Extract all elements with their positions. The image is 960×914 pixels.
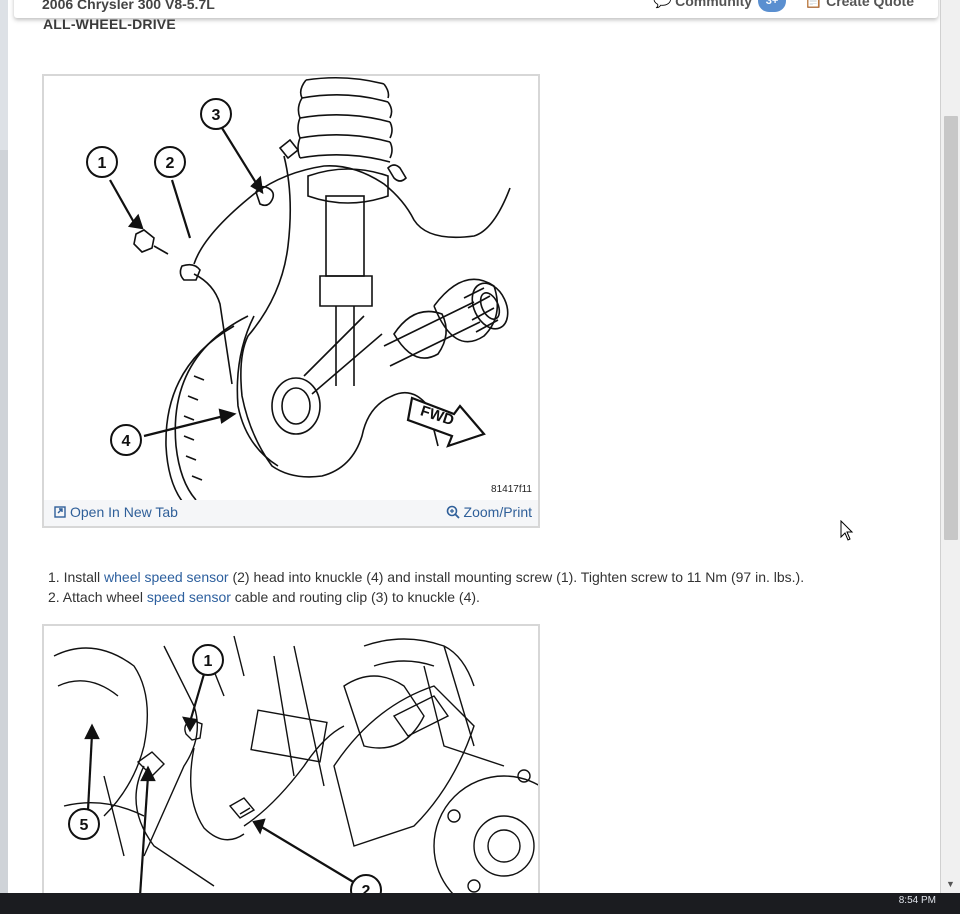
scrollbar-thumb[interactable] (944, 116, 958, 540)
coil-spring (297, 76, 393, 204)
taskbar-clock: 8:54 PM (898, 895, 936, 906)
strut (319, 195, 373, 386)
step-item: 1. Install wheel speed sensor (2) head i… (48, 567, 804, 587)
callout-5: 5 (68, 808, 100, 840)
svg-text:4: 4 (122, 433, 131, 450)
figure-code: 81417f11 (491, 484, 532, 495)
svg-text:1: 1 (98, 155, 107, 172)
section-subtitle: ALL-WHEEL-DRIVE (43, 16, 176, 32)
quote-add-icon: 📋 (804, 0, 823, 9)
figure-2[interactable]: 1 5 2 (42, 624, 540, 893)
wheel-speed-sensor-diagram: 1 2 3 4 FWD (86, 76, 511, 500)
forward-arrow: FWD (406, 396, 486, 448)
callout-3: 3 (200, 98, 232, 130)
new-tab-icon (54, 506, 66, 518)
sensor-routing-diagram: 1 5 2 (53, 635, 538, 893)
step-1-suffix: (2) head into knuckle (4) and install mo… (228, 569, 805, 585)
svg-text:5: 5 (80, 817, 89, 834)
speed-sensor-link[interactable]: speed sensor (147, 589, 231, 605)
cv-joint (383, 278, 509, 367)
scroll-down-arrow-icon[interactable]: ▼ (946, 879, 955, 889)
step-1-prefix: 1. Install (48, 569, 105, 585)
community-label: Community (675, 0, 753, 9)
svg-text:1: 1 (204, 653, 213, 670)
sensor-head (179, 263, 201, 281)
step-item: 2. Attach wheel speed sensor cable and r… (48, 587, 804, 607)
zoom-print-label: Zoom/Print (463, 504, 532, 520)
callout-2: 2 (154, 146, 186, 178)
callout-4: 4 (110, 424, 142, 456)
svg-text:3: 3 (212, 107, 221, 124)
create-quote-label: Create Quote (826, 0, 914, 9)
magnifier-icon (446, 505, 460, 519)
figure-1[interactable]: 1 2 3 4 FWD 81417f11 Open In New Tab Zoo… (42, 74, 540, 528)
step-2-suffix: cable and routing clip (3) to knuckle (4… (230, 589, 480, 605)
svg-text:2: 2 (362, 883, 371, 893)
svg-text:2: 2 (166, 155, 175, 172)
page-content: 2006 Chrysler 300 V8-5.7L 💬 Community 3+… (8, 0, 940, 893)
header-actions: 💬 Community 3+ 📋 Create Quote (653, 0, 914, 12)
open-in-new-tab-link[interactable]: Open In New Tab (54, 504, 178, 520)
callout-2: 2 (350, 874, 382, 893)
community-badge: 3+ (758, 0, 787, 12)
community-button[interactable]: 💬 Community 3+ (653, 0, 787, 12)
wheel-speed-sensor-link[interactable]: wheel speed sensor (104, 569, 229, 585)
brake-rotor (165, 315, 249, 500)
window-left-edge-top (0, 0, 8, 150)
zoom-print-link[interactable]: Zoom/Print (446, 504, 532, 520)
step-2-prefix: 2. Attach wheel (48, 589, 147, 605)
vertical-scrollbar[interactable]: ▼ (940, 0, 960, 893)
chat-icon: 💬 (653, 0, 672, 9)
vehicle-title: 2006 Chrysler 300 V8-5.7L (42, 0, 215, 12)
instruction-steps: 1. Install wheel speed sensor (2) head i… (48, 567, 804, 607)
callout-1: 1 (192, 644, 224, 676)
mounting-screw (133, 229, 169, 255)
open-in-new-tab-label: Open In New Tab (70, 504, 178, 520)
callout-1: 1 (86, 146, 118, 178)
mouse-cursor-icon (840, 520, 854, 541)
create-quote-button[interactable]: 📋 Create Quote (804, 0, 914, 9)
os-taskbar: 8:54 PM (0, 893, 960, 914)
figure-1-toolbar: Open In New Tab Zoom/Print (44, 500, 538, 526)
